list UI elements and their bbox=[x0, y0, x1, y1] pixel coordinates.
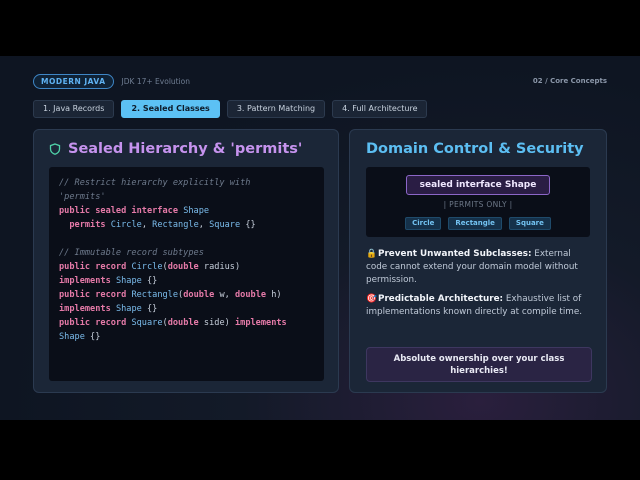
permits-label: | PERMITS ONLY | bbox=[443, 200, 513, 209]
subtype-square: Square bbox=[508, 217, 551, 230]
tab-full-architecture[interactable]: 4. Full Architecture bbox=[332, 100, 428, 118]
callout-box: Absolute ownership over your class hiera… bbox=[366, 347, 592, 382]
code-block: // Restrict hierarchy explicitly with 'p… bbox=[49, 167, 324, 381]
tab-bar: 1. Java Records 2. Sealed Classes 3. Pat… bbox=[33, 100, 428, 118]
card-title-text: Sealed Hierarchy & 'permits' bbox=[68, 141, 303, 157]
target-icon: 🎯 bbox=[366, 294, 377, 304]
card-title: Sealed Hierarchy & 'permits' bbox=[49, 141, 302, 157]
sealed-interface-box: sealed interface Shape bbox=[406, 175, 550, 195]
top-bar: MODERN JAVA JDK 17+ Evolution 02 / Core … bbox=[33, 73, 607, 89]
tab-sealed-classes[interactable]: 2. Sealed Classes bbox=[121, 100, 220, 118]
section-crumb: 02 / Core Concepts bbox=[532, 77, 607, 85]
slide: MODERN JAVA JDK 17+ Evolution 02 / Core … bbox=[0, 56, 640, 420]
point-prevent-subclasses: 🔒Prevent Unwanted Subclasses: External c… bbox=[366, 249, 578, 285]
shield-icon bbox=[49, 143, 61, 155]
subtype-circle: Circle bbox=[405, 217, 442, 230]
domain-control-card: Domain Control & Security sealed interfa… bbox=[349, 129, 607, 393]
card-title-text: Domain Control & Security bbox=[366, 141, 584, 157]
slide-subtitle: JDK 17+ Evolution bbox=[121, 76, 191, 86]
tab-java-records[interactable]: 1. Java Records bbox=[33, 100, 115, 118]
lock-icon: 🔒 bbox=[366, 249, 377, 259]
sealed-hierarchy-card: Sealed Hierarchy & 'permits' // Restrict… bbox=[33, 129, 339, 393]
point-predictable-architecture: 🎯Predictable Architecture: Exhaustive li… bbox=[366, 294, 583, 317]
hierarchy-diagram: sealed interface Shape | PERMITS ONLY | … bbox=[366, 167, 590, 237]
subtype-rectangle: Rectangle bbox=[448, 217, 502, 230]
subtype-list: Circle Rectangle Square bbox=[366, 217, 590, 230]
topic-badge: MODERN JAVA bbox=[33, 73, 114, 89]
tab-pattern-matching[interactable]: 3. Pattern Matching bbox=[226, 100, 326, 118]
